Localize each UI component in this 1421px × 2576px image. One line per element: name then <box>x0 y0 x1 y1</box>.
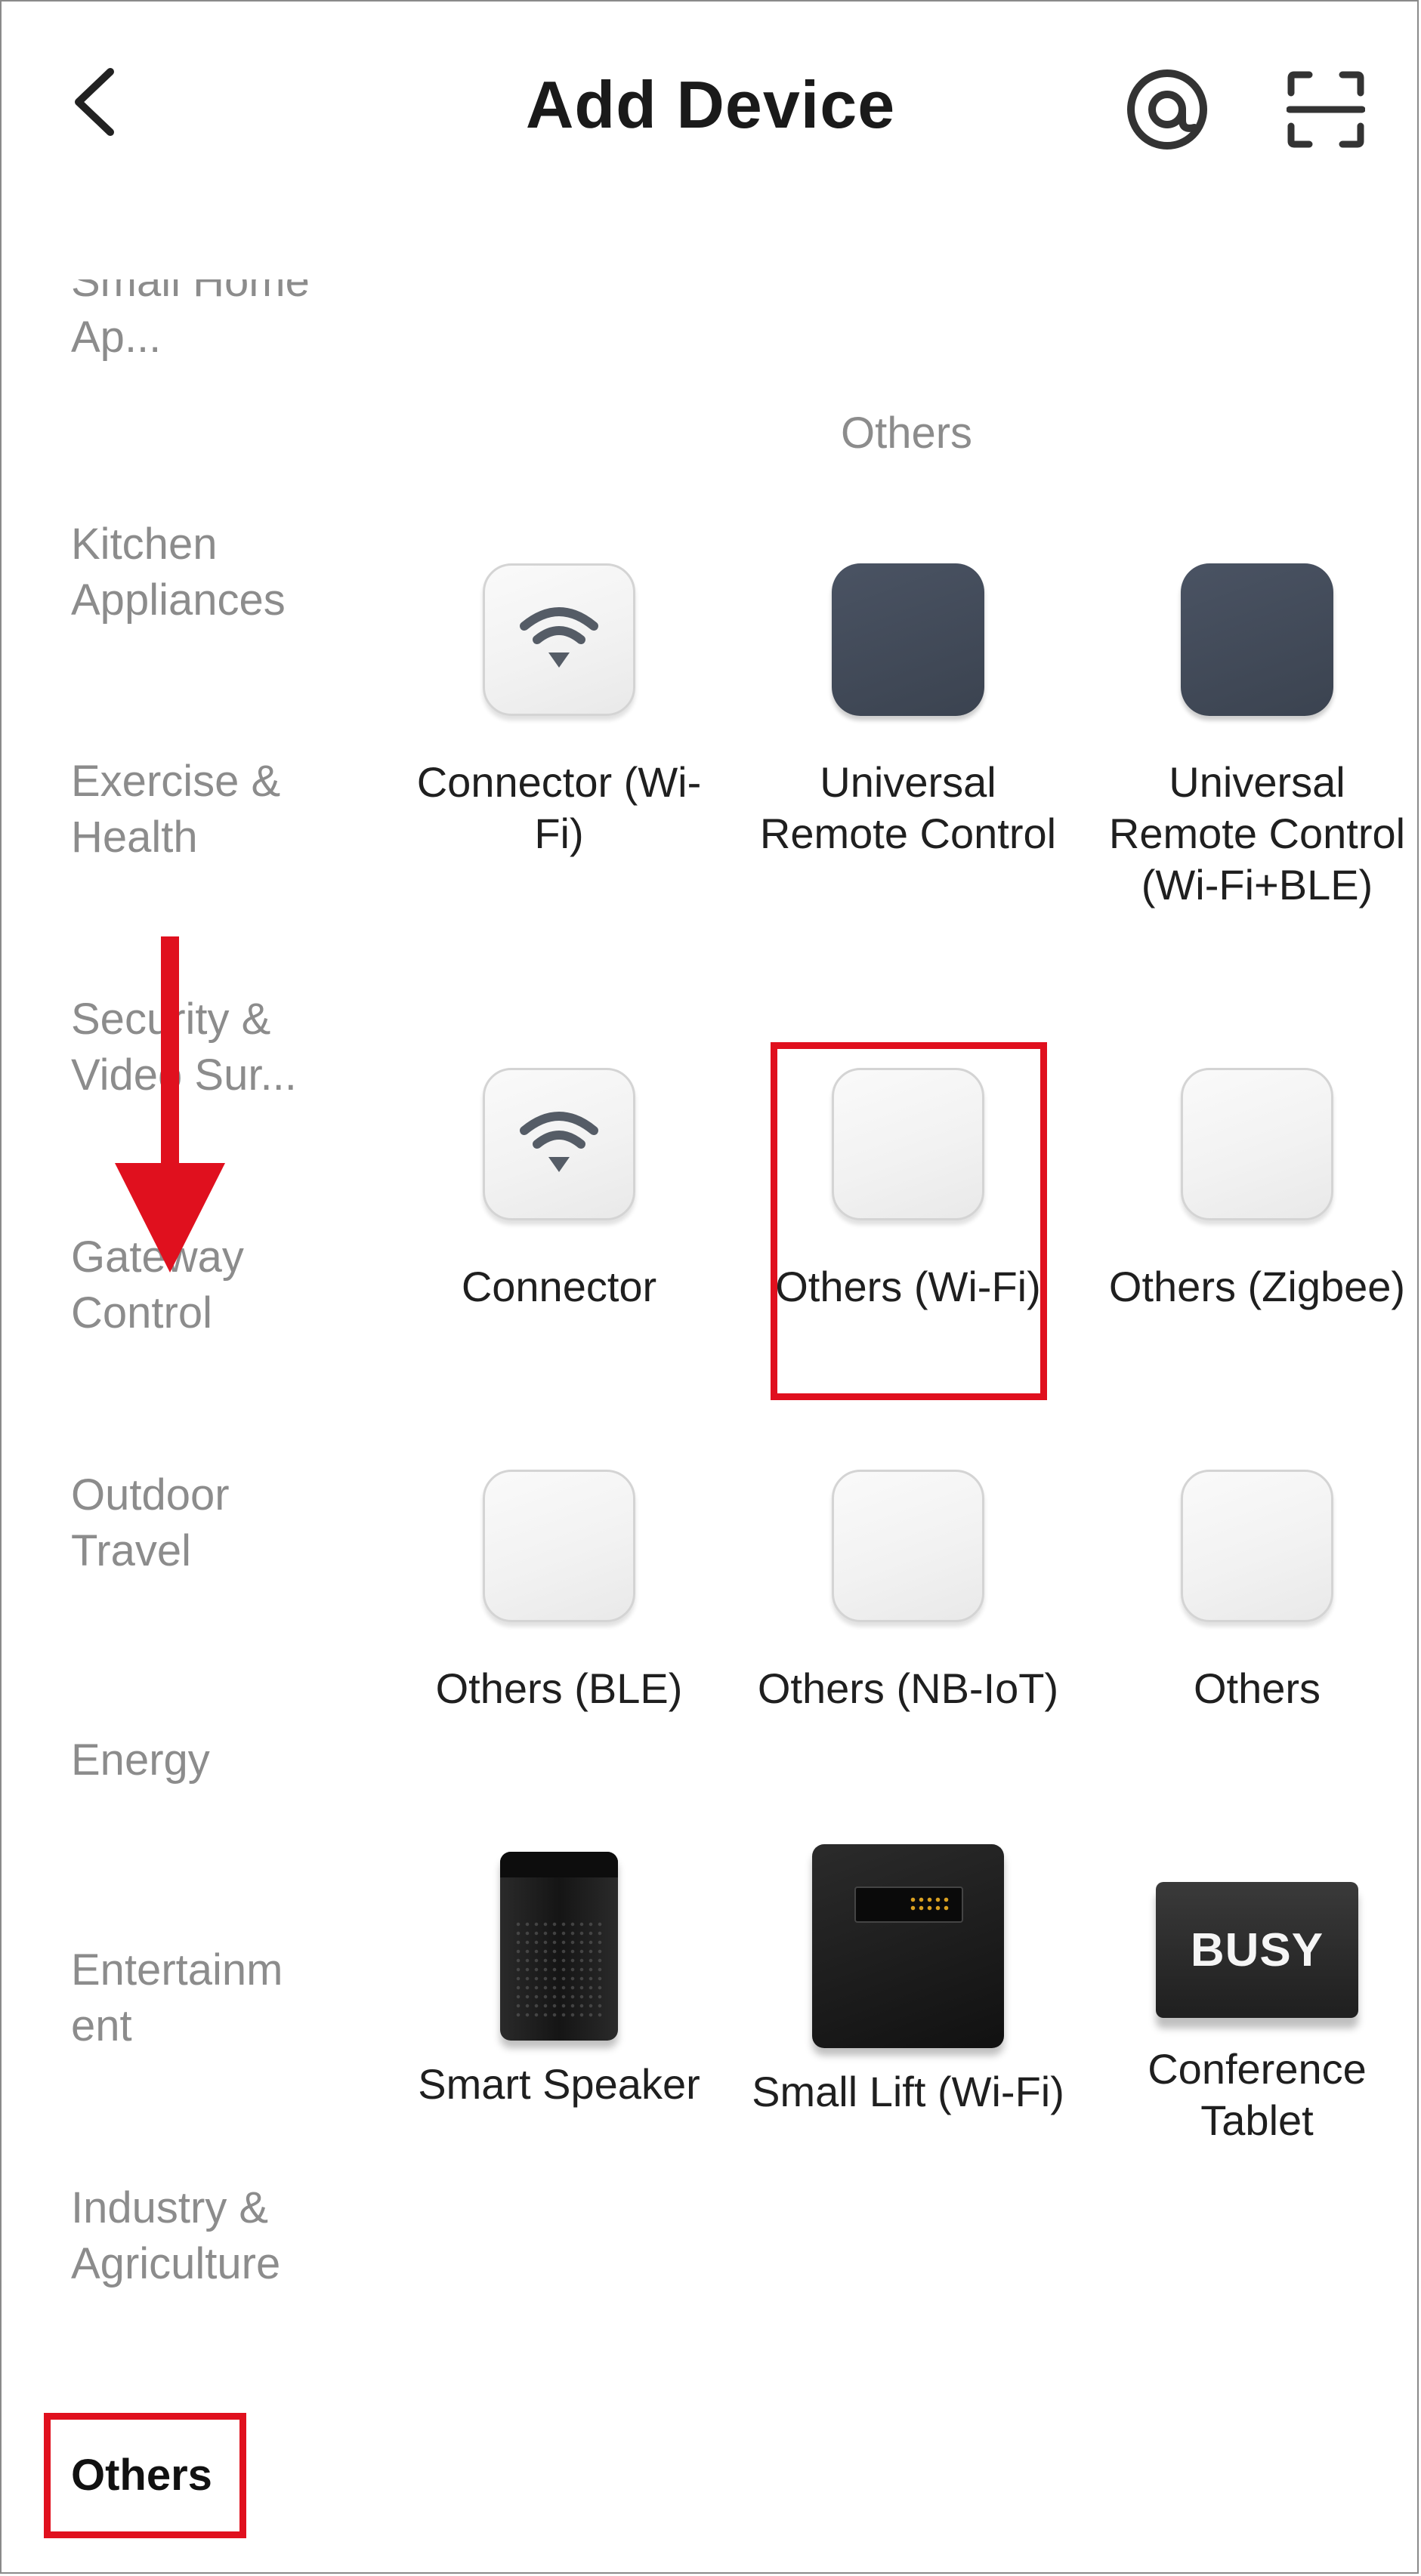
speaker-icon <box>500 1852 618 2041</box>
selected-device-highlight <box>771 1042 1047 1400</box>
device-others-ble[interactable]: Others (BLE) <box>393 1470 725 1714</box>
device-others-zigbee[interactable]: Others (Zigbee) <box>1091 1068 1421 1313</box>
safe-icon <box>812 1844 1004 2048</box>
dark-tile-icon <box>832 563 984 716</box>
selected-category-highlight <box>44 2413 246 2538</box>
blank-tile-icon <box>1181 1068 1333 1220</box>
sidebar-item-industry-agriculture[interactable]: Industry & Agriculture <box>71 2180 328 2292</box>
at-button[interactable] <box>1118 60 1216 159</box>
sidebar-item-outdoor-travel[interactable]: Outdoor Travel <box>71 1467 328 1579</box>
section-title: Others <box>840 409 973 458</box>
sidebar-item-kitchen-appliances[interactable]: Kitchen Appliances <box>71 517 328 628</box>
device-label: Others <box>1193 1664 1321 1712</box>
sidebar-item-exercise-health[interactable]: Exercise & Health <box>71 754 328 865</box>
scroll-down-arrow-icon <box>115 936 225 1273</box>
device-label: Connector (Wi-Fi) <box>416 758 702 857</box>
wifi-tile-icon <box>483 1068 635 1220</box>
device-others[interactable]: Others <box>1091 1470 1421 1714</box>
device-label: Universal Remote Control <box>759 758 1057 857</box>
scan-button[interactable] <box>1277 60 1375 159</box>
sidebar-item-small-home-appliances[interactable]: Small Home Ap... <box>71 279 373 391</box>
header: Add Device <box>0 0 1421 211</box>
device-label: Universal Remote Control (Wi-Fi+BLE) <box>1108 758 1406 909</box>
busy-tablet-icon: BUSY <box>1156 1882 1358 2018</box>
blank-tile-icon <box>1181 1470 1333 1622</box>
device-label: Others (Zigbee) <box>1108 1263 1406 1310</box>
blank-tile-icon <box>832 1470 984 1622</box>
blank-tile-icon <box>483 1470 635 1622</box>
wifi-tile-icon <box>483 563 635 716</box>
sidebar-item-energy[interactable]: Energy <box>71 1732 328 1788</box>
at-sign-icon <box>1127 69 1207 150</box>
dark-tile-icon <box>1181 563 1333 716</box>
device-others-nb-iot[interactable]: Others (NB-IoT) <box>742 1470 1074 1714</box>
device-connector[interactable]: Connector <box>393 1068 725 1313</box>
device-label: Connector <box>461 1263 657 1310</box>
device-label: Smart Speaker <box>418 2060 700 2108</box>
device-small-lift-wifi[interactable]: Small Lift (Wi-Fi) <box>742 1844 1074 2118</box>
device-label: Others (NB-IoT) <box>757 1664 1059 1712</box>
scan-icon <box>1287 71 1365 148</box>
device-connector-wifi[interactable]: Connector (Wi-Fi) <box>393 563 725 859</box>
device-label: Small Lift (Wi-Fi) <box>752 2068 1064 2115</box>
device-label: Conference Tablet <box>1148 2045 1367 2144</box>
device-label: Others (BLE) <box>435 1664 683 1712</box>
device-smart-speaker[interactable]: Smart Speaker <box>393 1852 725 2110</box>
device-conference-tablet[interactable]: BUSY Conference Tablet <box>1091 1852 1421 2146</box>
device-universal-remote-control[interactable]: Universal Remote Control <box>742 563 1074 859</box>
sidebar-item-entertainment[interactable]: Entertainm ent <box>71 1942 320 2054</box>
device-universal-remote-control-wifi-ble[interactable]: Universal Remote Control (Wi-Fi+BLE) <box>1091 563 1421 911</box>
